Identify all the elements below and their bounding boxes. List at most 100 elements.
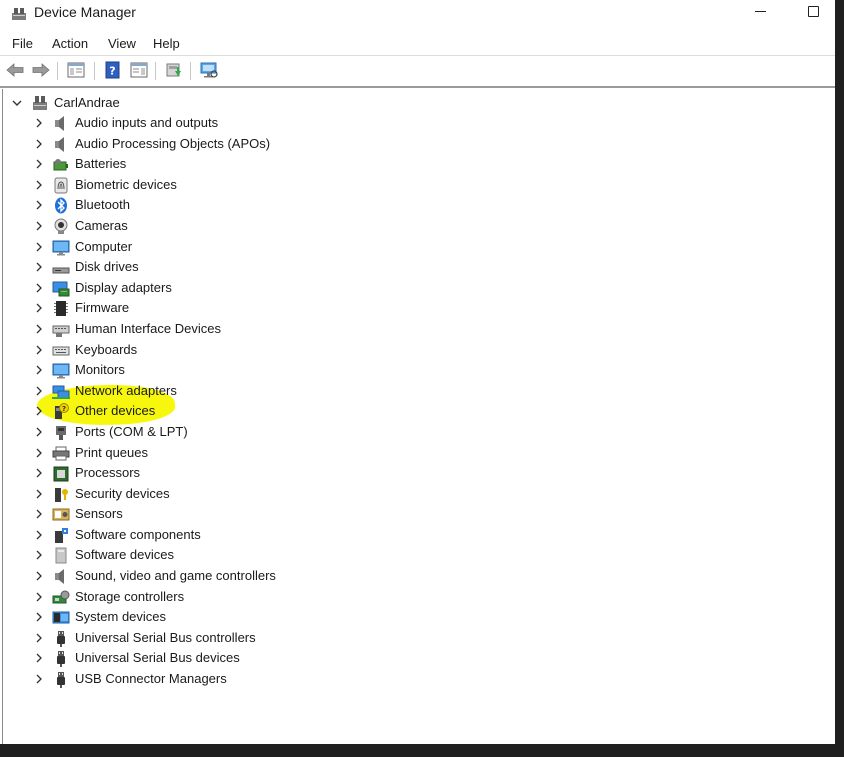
hid-keyboard-icon: [52, 325, 70, 337]
toolbar: ?: [0, 56, 835, 88]
chevron-right-icon[interactable]: [33, 672, 45, 686]
tree-category-label: Firmware: [75, 300, 130, 316]
chevron-right-icon[interactable]: [33, 651, 45, 665]
tree-category-system-devices[interactable]: System devices: [3, 607, 503, 628]
tree-root-node[interactable]: CarlAndrae: [3, 93, 403, 113]
tree-category-audio-processing-objects-apos[interactable]: Audio Processing Objects (APOs): [3, 134, 503, 155]
chevron-down-icon[interactable]: [10, 96, 24, 110]
tree-category-software-devices[interactable]: Software devices: [3, 545, 503, 566]
tree-category-cameras[interactable]: Cameras: [3, 216, 503, 237]
tree-category-universal-serial-bus-devices[interactable]: Universal Serial Bus devices: [3, 648, 503, 669]
tree-category-software-components[interactable]: Software components: [3, 525, 503, 546]
chevron-right-icon[interactable]: [33, 548, 45, 562]
back-arrow-icon[interactable]: [5, 60, 25, 80]
show-hide-console-tree-icon[interactable]: [66, 60, 86, 80]
chevron-right-icon[interactable]: [33, 116, 45, 130]
tree-category-network-adapters[interactable]: Network adapters: [3, 381, 503, 402]
tree-category-sensors[interactable]: Sensors: [3, 504, 503, 525]
update-driver-icon[interactable]: [164, 60, 184, 80]
tree-category-storage-controllers[interactable]: Storage controllers: [3, 587, 503, 608]
tree-category-universal-serial-bus-controllers[interactable]: Universal Serial Bus controllers: [3, 628, 503, 649]
keyboard-icon: [52, 346, 70, 356]
tree-category-biometric-devices[interactable]: Biometric devices: [3, 175, 503, 196]
chevron-right-icon[interactable]: [33, 446, 45, 460]
tree-category-label: Computer: [75, 238, 133, 254]
chevron-right-icon[interactable]: [33, 363, 45, 377]
tree-category-disk-drives[interactable]: Disk drives: [3, 257, 503, 278]
chevron-right-icon[interactable]: [33, 260, 45, 274]
usb-icon: [57, 672, 65, 689]
tree-category-label: Software components: [75, 526, 201, 542]
menu-file[interactable]: File: [12, 36, 33, 51]
tree-category-label: Sensors: [75, 506, 123, 522]
title-bar[interactable]: Device Manager: [0, 0, 835, 30]
tree-category-computer[interactable]: Computer: [3, 237, 503, 258]
chevron-right-icon[interactable]: [33, 631, 45, 645]
tree-category-label: Storage controllers: [75, 588, 185, 604]
tree-category-label: Disk drives: [75, 259, 139, 275]
chevron-right-icon[interactable]: [33, 240, 45, 254]
tree-category-sound-video-and-game-controllers[interactable]: Sound, video and game controllers: [3, 566, 503, 587]
tree-category-processors[interactable]: Processors: [3, 463, 503, 484]
tree-category-firmware[interactable]: Firmware: [3, 298, 503, 319]
usb-icon: [57, 630, 65, 647]
tree-category-usb-connector-managers[interactable]: USB Connector Managers: [3, 669, 503, 690]
scan-hardware-icon[interactable]: [199, 60, 219, 80]
chevron-right-icon[interactable]: [33, 507, 45, 521]
tree-category-label: Display adapters: [75, 279, 172, 295]
chevron-right-icon[interactable]: [33, 343, 45, 357]
tree-category-label: Universal Serial Bus devices: [75, 650, 240, 666]
forward-arrow-icon[interactable]: [31, 60, 51, 80]
chevron-right-icon[interactable]: [33, 610, 45, 624]
chevron-right-icon[interactable]: [33, 219, 45, 233]
tree-category-display-adapters[interactable]: Display adapters: [3, 278, 503, 299]
chevron-right-icon[interactable]: [33, 198, 45, 212]
tree-category-label: Ports (COM & LPT): [75, 423, 188, 439]
tree-category-monitors[interactable]: Monitors: [3, 360, 503, 381]
chevron-right-icon[interactable]: [33, 569, 45, 583]
chevron-right-icon[interactable]: [33, 384, 45, 398]
tree-category-keyboards[interactable]: Keyboards: [3, 340, 503, 361]
toolbar-separator: [155, 62, 156, 80]
device-tree[interactable]: CarlAndrae Audio inputs and outputs Audio…: [2, 89, 834, 744]
tree-category-label: Security devices: [75, 485, 170, 501]
chevron-right-icon[interactable]: [33, 178, 45, 192]
properties-pane-icon[interactable]: [129, 60, 149, 80]
help-icon[interactable]: ?: [103, 60, 123, 80]
menu-help[interactable]: Help: [153, 36, 180, 51]
tree-category-label: Audio inputs and outputs: [75, 115, 219, 130]
chevron-right-icon[interactable]: [33, 487, 45, 501]
chevron-right-icon[interactable]: [33, 425, 45, 439]
tree-category-audio-inputs-and-outputs[interactable]: Audio inputs and outputs: [3, 113, 503, 134]
network-icon: [52, 385, 70, 399]
tree-category-security-devices[interactable]: Security devices: [3, 484, 503, 505]
chevron-right-icon[interactable]: [33, 301, 45, 315]
menu-action[interactable]: Action: [52, 36, 88, 51]
tree-category-batteries[interactable]: Batteries: [3, 154, 503, 175]
chevron-right-icon[interactable]: [33, 466, 45, 480]
maximize-button[interactable]: [800, 2, 826, 24]
chevron-right-icon[interactable]: [33, 404, 45, 418]
chevron-right-icon[interactable]: [33, 157, 45, 171]
chevron-right-icon[interactable]: [33, 590, 45, 604]
minimize-button[interactable]: [748, 0, 774, 24]
device-manager-window: Device Manager File Action View Help ? C…: [0, 0, 835, 744]
battery-icon: [53, 159, 68, 171]
tree-category-bluetooth[interactable]: Bluetooth: [3, 195, 503, 216]
tree-category-other-devices[interactable]: ? Other devices: [3, 401, 503, 422]
tree-category-ports-com-lpt[interactable]: Ports (COM & LPT): [3, 422, 503, 443]
tree-category-label: Print queues: [75, 444, 148, 460]
tree-category-print-queues[interactable]: Print queues: [3, 443, 503, 464]
firmware-chip-icon: [54, 301, 68, 317]
tree-category-label: Bluetooth: [75, 197, 130, 213]
toolbar-separator: [57, 62, 58, 80]
chevron-right-icon[interactable]: [33, 322, 45, 336]
chevron-right-icon[interactable]: [33, 137, 45, 151]
chevron-right-icon[interactable]: [33, 281, 45, 295]
tree-category-label: System devices: [75, 609, 167, 625]
tree-category-label: Network adapters: [75, 382, 177, 398]
menu-view[interactable]: View: [108, 36, 136, 51]
tree-category-human-interface-devices[interactable]: Human Interface Devices: [3, 319, 503, 340]
tree-category-label: Keyboards: [75, 341, 138, 357]
chevron-right-icon[interactable]: [33, 528, 45, 542]
